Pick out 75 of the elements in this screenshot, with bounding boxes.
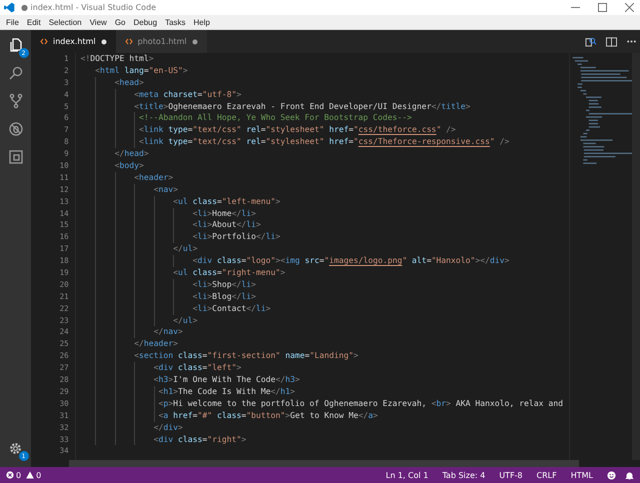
more-icon[interactable] (627, 40, 636, 43)
settings-icon (8, 440, 23, 456)
scrollbar[interactable] (69, 460, 579, 467)
code-line: </div> (154, 422, 183, 432)
menu-item[interactable]: Help (190, 18, 214, 26)
editor-tab[interactable]: photo1.html (116, 30, 207, 53)
editor-tab[interactable]: index.html (31, 30, 116, 53)
code-line: <li>Home</li> (192, 208, 256, 218)
menu-item[interactable]: Selection (44, 18, 86, 26)
code-line: </nav> (154, 326, 183, 336)
status-item[interactable]: CRLF (532, 470, 562, 480)
warning-icon (26, 471, 34, 479)
code-line: <div class="logo"><img src="images/logo.png" alt="Hanxolo"></div> (192, 255, 510, 266)
preview-search-icon[interactable] (585, 36, 596, 47)
error-count[interactable]: 0 (16, 470, 22, 480)
code-line: <head> (114, 76, 144, 87)
menu-item[interactable]: Tasks (161, 18, 190, 26)
window-title: ● index.html - Visual Studio Code (21, 3, 158, 12)
code-line: <html lang="en-US"> (95, 64, 188, 75)
status-item[interactable]: Ln 1, Col 1 (380, 470, 434, 480)
code-line: <h3>I'm One With The Code</h3> (154, 374, 300, 384)
code-line: <link type="text/css" rel="stylesheet" href="css/theforce.css" /> (139, 124, 456, 134)
extensions-icon (8, 149, 24, 165)
bell-icon[interactable] (625, 470, 634, 480)
scrollbar[interactable] (632, 53, 640, 460)
status-item[interactable]: UTF-8 (494, 470, 528, 480)
error-icon (6, 471, 14, 479)
code-line: <ul class="left-menu"> (173, 196, 280, 206)
code-line: <nav> (154, 184, 178, 194)
code-line: <p>Hi welcome to the portfolio of Oghenemaero Ezarevah, <br> AKA Hanxolo, relax and (158, 398, 563, 408)
split-editor-icon[interactable] (606, 36, 617, 46)
maximize-icon[interactable] (598, 3, 607, 12)
code-line: <li>Portfolio</li> (192, 231, 280, 242)
activity-button[interactable] (6, 120, 24, 138)
status-item[interactable]: HTML (566, 470, 598, 480)
code-line: </ul> (173, 243, 198, 254)
code-line: </header> (134, 338, 178, 348)
code-line: <!DOCTYPE html> (80, 53, 154, 63)
menu-item[interactable]: Debug (129, 18, 162, 26)
code-line: <section class="first-section" name="Landing"> (134, 350, 358, 360)
branch-icon (8, 93, 24, 109)
smiley-icon[interactable] (607, 470, 616, 480)
status-item[interactable]: Tab Size: 4 (437, 470, 490, 480)
bug-icon (8, 121, 24, 137)
menu-item[interactable]: Go (110, 18, 130, 26)
code-line: <link type="text/css" rel="stylesheet" href="css/Theforce-responsive.css" /> (139, 136, 510, 146)
code-file-icon (40, 38, 48, 45)
menu-item[interactable]: Edit (22, 18, 45, 26)
code-line: <body> (114, 160, 144, 170)
code-line: <header> (134, 172, 174, 182)
code-line: <meta charset="utf-8"> (134, 88, 242, 99)
menu-item[interactable]: View (86, 18, 111, 26)
code-line: <h1>The Code Is With Me</h1> (158, 386, 295, 396)
close-icon[interactable] (625, 3, 634, 12)
code-line: </ul> (173, 314, 198, 325)
code-line: <li>Shop</li> (192, 278, 256, 289)
files-icon (8, 37, 24, 53)
code-line: <ul class="right-menu"> (173, 267, 286, 278)
code-line: <!--Abandon All Hope, Ye Who Seek For Bootstrap Codes--> (139, 112, 412, 122)
unsaved-dot-icon (192, 38, 198, 44)
search-icon (8, 65, 24, 81)
menu-item[interactable]: File (2, 18, 23, 26)
code-line: <div class="right"> (154, 434, 246, 444)
warning-count[interactable]: 0 (36, 470, 42, 480)
code-line: </head> (114, 148, 149, 158)
code-file-icon (124, 38, 133, 45)
activity-button[interactable] (6, 148, 24, 166)
code-line: <title>Oghenemaero Ezarevah - Front End Developer/UI Designer</title> (134, 100, 470, 111)
code-line: <div class="left"> (154, 362, 242, 372)
vscode-logo-icon (4, 2, 15, 13)
unsaved-dot-icon (100, 38, 107, 44)
code-line: <li>Contact</li> (192, 302, 271, 313)
code-line: <a href="#" class="button">Get to Know Me</a> (158, 410, 378, 420)
code-line: <li>Blog</li> (192, 290, 256, 301)
code-line: <li>About</li> (192, 219, 261, 230)
